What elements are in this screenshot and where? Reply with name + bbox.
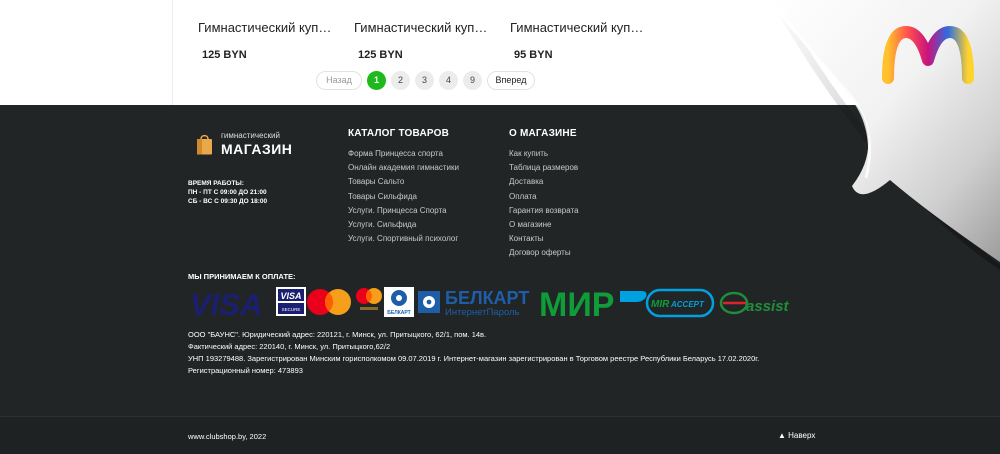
catalog-link[interactable]: Услуги. Принцесса Спорта [348,204,459,218]
legal-line: Регистрационный номер: 473893 [188,366,303,375]
product-name[interactable]: Гимнастический купальник [510,20,646,35]
product-card[interactable]: Гимнастический купальник 95 BYN [510,20,650,61]
copyright: www.clubshop.by, 2022 [188,432,267,441]
working-hours-title: ВРЕМЯ РАБОТЫ: [188,180,244,187]
pagination-page-2[interactable]: 2 [391,70,410,90]
svg-text:БЕЛКАРТ: БЕЛКАРТ [445,288,529,308]
about-link[interactable]: Как купить [509,147,579,161]
mir-accept-logo: MIR ACCEPT [645,288,715,318]
legal-line: Фактический адрес: 220140, г. Минск, ул.… [188,342,391,351]
product-card[interactable]: Гимнастический купальник 125 BYN [198,20,338,61]
content-divider [172,0,173,105]
about-link[interactable]: Гарантия возврата [509,204,579,218]
svg-text:МИР: МИР [539,286,614,320]
product-name[interactable]: Гимнастический купальник [198,20,334,35]
about-link[interactable]: Оплата [509,190,579,204]
product-price: 125 BYN [202,49,247,61]
bottom-bar: www.clubshop.by, 2022 ▲ Наверх [0,416,1000,454]
svg-text:ИнтернетПароль: ИнтернетПароль [445,307,519,318]
mastercard-logo [307,289,351,315]
working-hours-weekend: СБ - ВС С 09:30 ДО 18:00 [188,198,268,205]
working-hours: ВРЕМЯ РАБОТЫ: ПН - ПТ С 09:00 ДО 21:00 С… [188,179,267,206]
svg-text:SECURE: SECURE [282,307,301,312]
logo-line2: МАГАЗИН [221,141,293,157]
legal-line: ООО "БАУНС". Юридический адрес: 220121, … [188,330,487,339]
visa-secure-logo: VISA SECURE [276,287,306,316]
catalog-link[interactable]: Онлайн академия гимнастики [348,161,459,175]
svg-text:assist: assist [746,298,790,315]
mir-logo: МИР [539,286,647,320]
pagination: Назад 1 2 3 4 9 Вперед [316,70,535,90]
belkart-small-logo: БЕЛКАРТ [384,287,414,317]
payment-logos: VISA VISA SECURE БЕЛКАРТ БЕЛКАРТ Интерне… [190,286,790,320]
legal-line: УНП 193279488. Зарегистрирован Минским г… [188,354,760,363]
pagination-prev-button[interactable]: Назад [316,70,362,90]
belkart-internetparol-logo: БЕЛКАРТ ИнтернетПароль [418,288,529,318]
site-footer: гимнастический МАГАЗИН ВРЕМЯ РАБОТЫ: ПН … [0,105,1000,416]
catalog-link[interactable]: Товары Сальто [348,175,459,189]
assist-logo: assist [719,291,790,315]
legal-info: ООО "БАУНС". Юридический адрес: 220121, … [188,329,759,377]
about-column: О МАГАЗИНЕ Как купить Таблица размеров Д… [509,128,579,261]
visa-logo: VISA [190,287,262,320]
mastercard-id-check-logo [356,288,382,310]
about-link[interactable]: Таблица размеров [509,161,579,175]
brand-m-logo [882,26,974,84]
payment-heading: МЫ ПРИНИМАЕМ К ОПЛАТЕ: [188,272,296,281]
about-heading: О МАГАЗИНЕ [509,128,577,139]
catalog-link[interactable]: Форма Принцесса спорта [348,147,459,161]
catalog-link[interactable]: Услуги. Сильфида [348,218,459,232]
catalog-heading: КАТАЛОГ ТОВАРОВ [348,128,450,139]
pagination-page-4[interactable]: 4 [439,70,458,90]
footer-logo[interactable]: гимнастический МАГАЗИН [196,132,292,156]
svg-text:VISA: VISA [280,291,301,301]
pagination-page-9[interactable]: 9 [463,70,482,90]
product-card[interactable]: Гимнастический купальник 125 BYN [354,20,494,61]
working-hours-weekdays: ПН - ПТ С 09:00 ДО 21:00 [188,189,267,196]
about-link[interactable]: Контакты [509,232,579,246]
about-link[interactable]: Договор оферты [509,246,579,260]
svg-text:БЕЛКАРТ: БЕЛКАРТ [387,310,410,316]
logo-line1: гимнастический [221,131,280,140]
product-price: 125 BYN [358,49,403,61]
pagination-page-3[interactable]: 3 [415,70,434,90]
product-strip: Гимнастический купальник 125 BYN Гимнаст… [0,0,1000,105]
about-link[interactable]: Доставка [509,175,579,189]
svg-text:MIR: MIR [651,299,670,310]
back-to-top-link[interactable]: ▲ Наверх [778,431,815,440]
shopping-bag-icon [197,134,212,155]
product-price: 95 BYN [514,49,553,61]
about-link[interactable]: О магазине [509,218,579,232]
product-name[interactable]: Гимнастический купальник [354,20,490,35]
catalog-link[interactable]: Товары Сильфида [348,190,459,204]
svg-text:VISA: VISA [190,287,262,320]
pagination-next-button[interactable]: Вперед [487,70,535,90]
catalog-column: КАТАЛОГ ТОВАРОВ Форма Принцесса спорта О… [348,128,459,246]
catalog-link[interactable]: Услуги. Спортивный психолог [348,232,459,246]
svg-text:ACCEPT: ACCEPT [670,300,705,309]
pagination-page-1[interactable]: 1 [367,70,386,90]
